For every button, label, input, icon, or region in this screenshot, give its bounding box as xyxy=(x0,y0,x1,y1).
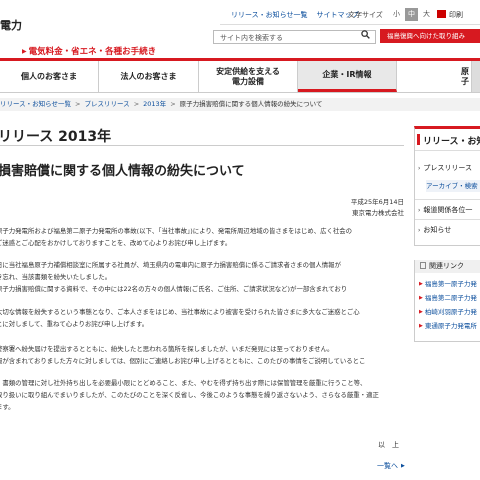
breadcrumb-separator: > xyxy=(75,100,81,108)
breadcrumb-separator: > xyxy=(133,100,140,108)
breadcrumb-release-list[interactable]: リリース・お知らせ一覧 xyxy=(0,100,71,108)
related-links-title: 関連リンク xyxy=(429,262,464,270)
nav-divider xyxy=(0,92,480,93)
body-text: 大切な情報を紛失するという事態となり、ご本人さまをはじめ、当社事故により被害を受… xyxy=(0,308,360,316)
arrow-right-icon: ▶ xyxy=(419,295,423,301)
sidebar-item-label: お知らせ xyxy=(423,226,452,234)
chevron-right-icon: › xyxy=(418,227,421,234)
arrow-right-icon: ▶ xyxy=(419,323,423,329)
article-title: 損害賠償に関する個人情報の紛失について xyxy=(0,164,245,179)
sidebar-item-label: 報道関係各位一 xyxy=(423,206,473,214)
sidebar-item-press-list[interactable]: › 報道関係各位一 xyxy=(418,205,480,215)
back-to-list-link[interactable]: 一覧へ ▶ xyxy=(377,461,405,471)
tagline-link[interactable]: ▶ 電気料金・省エネ・各種お手続き xyxy=(22,45,156,57)
body-text: とに対しまして、重ねて心よりお詫び申し上げます。 xyxy=(0,320,149,328)
breadcrumb-2013[interactable]: 2013年 xyxy=(143,100,166,108)
related-link[interactable]: ▶ 柏崎刈羽原子力発 xyxy=(419,306,480,316)
search-input[interactable]: サイト内を検索する xyxy=(213,30,376,44)
search-icon[interactable] xyxy=(358,30,372,44)
chevron-right-icon: › xyxy=(418,207,421,214)
closing-mark: 以 上 xyxy=(378,441,399,449)
body-text: ご迷惑とご心配をおかけしておりますことを、改めて心よりお詫び申し上げます。 xyxy=(0,239,232,247)
nav-business[interactable]: 法人のお客さま xyxy=(99,61,199,92)
page-heading: リリース 2013年 xyxy=(0,129,112,145)
sidebar-item-label: プレスリリース xyxy=(423,164,473,172)
related-links-header: 関連リンク xyxy=(415,260,480,273)
printer-icon xyxy=(437,10,446,18)
body-text: 日に当社福島原子力補償相談室に所属する社員が、埼玉県内の電車内に原子力損害賠償に… xyxy=(0,261,341,269)
nav-nuclear[interactable]: 原子 xyxy=(397,61,472,92)
body-text: 取り扱いに取り組んでまいりましたが、このたびのことを深く反省し、今後このような事… xyxy=(0,391,379,399)
arrow-right-icon: ▶ xyxy=(419,309,423,315)
font-size-medium-button[interactable]: 中 xyxy=(405,8,418,21)
back-to-list-label: 一覧へ xyxy=(377,462,398,470)
font-size-small-button[interactable]: 小 xyxy=(390,8,403,21)
nav-corporate-ir[interactable]: 企業・IR情報 xyxy=(298,61,397,92)
heading-divider xyxy=(0,145,404,146)
body-text: 報が含まれておりました方々に対しましては、個別にご連絡しお詫び申し上げるとともに… xyxy=(0,357,366,365)
sidebar-item-notices[interactable]: › お知らせ xyxy=(418,225,480,235)
company-name: 東京電力株式会社 xyxy=(352,209,404,217)
header-divider xyxy=(220,24,480,25)
arrow-right-icon: ▶ xyxy=(419,281,423,287)
breadcrumb-separator: > xyxy=(170,100,176,108)
body-text: き忘れ、当該書類を紛失いたしました。 xyxy=(0,273,112,281)
body-text: 警察署へ紛失届けを提出するとともに、紛失したと思われる箇所を探しましたが、いまだ… xyxy=(0,345,334,353)
nav-scrollbar[interactable] xyxy=(472,61,480,92)
body-text: ます。 xyxy=(0,403,15,411)
arrow-right-icon: ▶ xyxy=(401,463,405,469)
release-list-link[interactable]: リリース・お知らせ一覧 xyxy=(231,11,308,19)
body-text: 、書類の管理に対し社外持ち出しを必要最小限にとどめること、また、やむを得ず持ち出… xyxy=(0,379,367,387)
body-text: 原子力損害賠償に関する資料で、その中には22名の方々の個人情報(ご氏名、ご住所、… xyxy=(0,285,348,293)
release-date: 平成25年6月14日 xyxy=(350,198,404,206)
company-logo[interactable]: 電力 xyxy=(0,17,22,33)
tagline-text: 電気料金・省エネ・各種お手続き xyxy=(28,47,157,57)
sidebar-divider xyxy=(415,150,480,151)
sidebar-subitem-archive[interactable]: アーカイブ・検索 xyxy=(426,180,480,192)
print-button[interactable]: 印刷 xyxy=(437,10,463,20)
arrow-icon: ▶ xyxy=(22,48,27,55)
sidebar-accent xyxy=(417,134,420,145)
related-link[interactable]: ▶ 福島第二原子力発 xyxy=(419,292,480,302)
related-link[interactable]: ▶ 福島第一原子力発 xyxy=(419,278,480,288)
nav-facilities[interactable]: 安定供給を支える 電力設備 xyxy=(199,61,298,92)
document-icon xyxy=(420,262,426,269)
fukushima-reconstruction-button[interactable]: 福島復興へ向けた取り組み xyxy=(380,29,480,43)
nav-personal[interactable]: 個人のお客さま xyxy=(0,61,99,92)
sidebar-divider xyxy=(415,199,480,200)
breadcrumb-current: 原子力損害賠償に関する個人情報の紛失について xyxy=(179,100,323,108)
related-link-label: 東通原子力発電所 xyxy=(424,322,477,330)
body-text: 原子力発電所および福島第二原子力発電所の事故(以下、「当社事故」)により、発電所… xyxy=(0,227,353,235)
font-size-label: 文字サイズ xyxy=(348,11,383,19)
related-link[interactable]: ▶ 東通原子力発電所 xyxy=(419,320,480,330)
sidebar-title[interactable]: リリース・お知 xyxy=(423,134,480,147)
sidebar-divider xyxy=(415,219,480,220)
related-link-label: 福島第二原子力発 xyxy=(424,294,477,302)
breadcrumb-press-release[interactable]: プレスリリース xyxy=(85,100,130,108)
font-size-large-button[interactable]: 大 xyxy=(420,8,433,21)
sidebar-item-press-release[interactable]: › プレスリリース xyxy=(418,163,480,173)
print-label: 印刷 xyxy=(449,11,463,19)
related-link-label: 福島第一原子力発 xyxy=(424,280,477,288)
related-link-label: 柏崎刈羽原子力発 xyxy=(424,308,477,316)
breadcrumb: リリース・お知らせ一覧 > プレスリリース >2013年 > 原子力損害賠償に関する個人情… xyxy=(0,98,480,111)
chevron-right-icon: › xyxy=(418,165,421,172)
